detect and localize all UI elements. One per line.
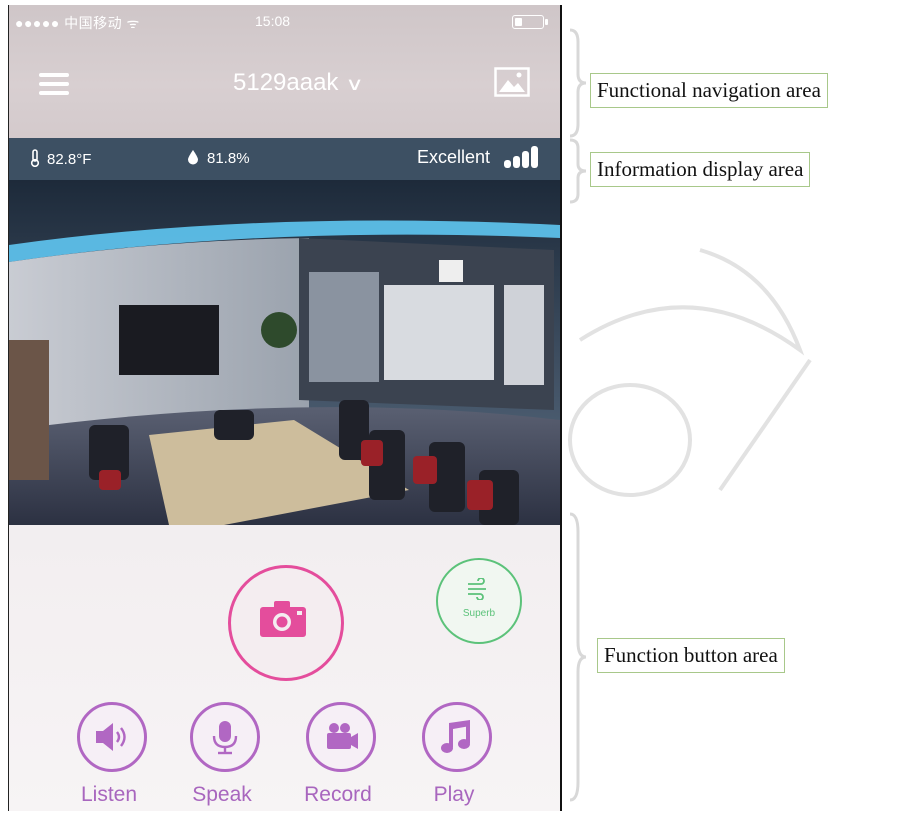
video-quality-label: Superb xyxy=(462,608,496,619)
device-selector[interactable]: 5129aaak ∨ xyxy=(233,69,365,97)
battery-icon xyxy=(512,15,548,29)
speaker-icon xyxy=(96,723,126,751)
microphone-icon xyxy=(212,721,238,755)
navigation-area-brace xyxy=(569,28,587,138)
snapshot-button[interactable] xyxy=(228,565,344,681)
music-note-icon xyxy=(441,720,470,753)
video-quality-button[interactable]: Superb xyxy=(436,558,522,644)
info-bar: 82.8°F 81.8% Excellent xyxy=(9,138,560,180)
chevron-down-icon: ∨ xyxy=(345,74,365,94)
humidity-value: 81.8% xyxy=(207,150,250,167)
menu-icon[interactable] xyxy=(39,73,69,95)
video-camera-icon xyxy=(327,723,358,749)
status-bar: ●●●●● 中国移动 ᯤ 15:08 xyxy=(9,5,560,37)
listen-button[interactable] xyxy=(77,702,147,772)
information-area-brace xyxy=(569,138,587,204)
temperature-value: 82.8°F xyxy=(47,151,92,168)
function-button-panel: Superb Listen Speak Record Play xyxy=(9,525,560,811)
watermark xyxy=(568,248,812,497)
thermometer-icon xyxy=(30,149,40,168)
camera-icon xyxy=(260,601,306,637)
navigation-area-annotation: Functional navigation area xyxy=(590,73,828,108)
listen-label: Listen xyxy=(80,783,138,806)
play-button[interactable] xyxy=(422,702,492,772)
button-area-annotation: Function button area xyxy=(597,638,785,673)
wind-icon xyxy=(468,578,486,600)
water-drop-icon xyxy=(188,150,198,165)
navigation-bar: 5129aaak ∨ xyxy=(9,53,560,113)
carrier-label: ●●●●● 中国移动 ᯤ xyxy=(15,15,140,31)
temperature-readout: 82.8°F xyxy=(29,149,91,168)
record-label: Record xyxy=(304,783,372,806)
gallery-icon[interactable] xyxy=(494,67,530,97)
speak-button[interactable] xyxy=(190,702,260,772)
humidity-readout: 81.8% xyxy=(187,149,250,167)
clock: 15:08 xyxy=(255,13,291,29)
signal-quality-label: Excellent xyxy=(416,147,490,167)
information-area-annotation: Information display area xyxy=(590,152,811,187)
speak-label: Speak xyxy=(192,783,252,806)
device-name: 5129aaak xyxy=(233,69,339,96)
phone-screen: ●●●●● 中国移动 ᯤ 15:08 5129aaak ∨ 82.8°F 81.8… xyxy=(8,5,562,811)
signal-strength-icon xyxy=(504,146,538,168)
button-area-brace xyxy=(569,512,587,802)
record-button[interactable] xyxy=(306,702,376,772)
live-video-feed[interactable] xyxy=(9,180,560,525)
play-label: Play xyxy=(433,783,475,806)
